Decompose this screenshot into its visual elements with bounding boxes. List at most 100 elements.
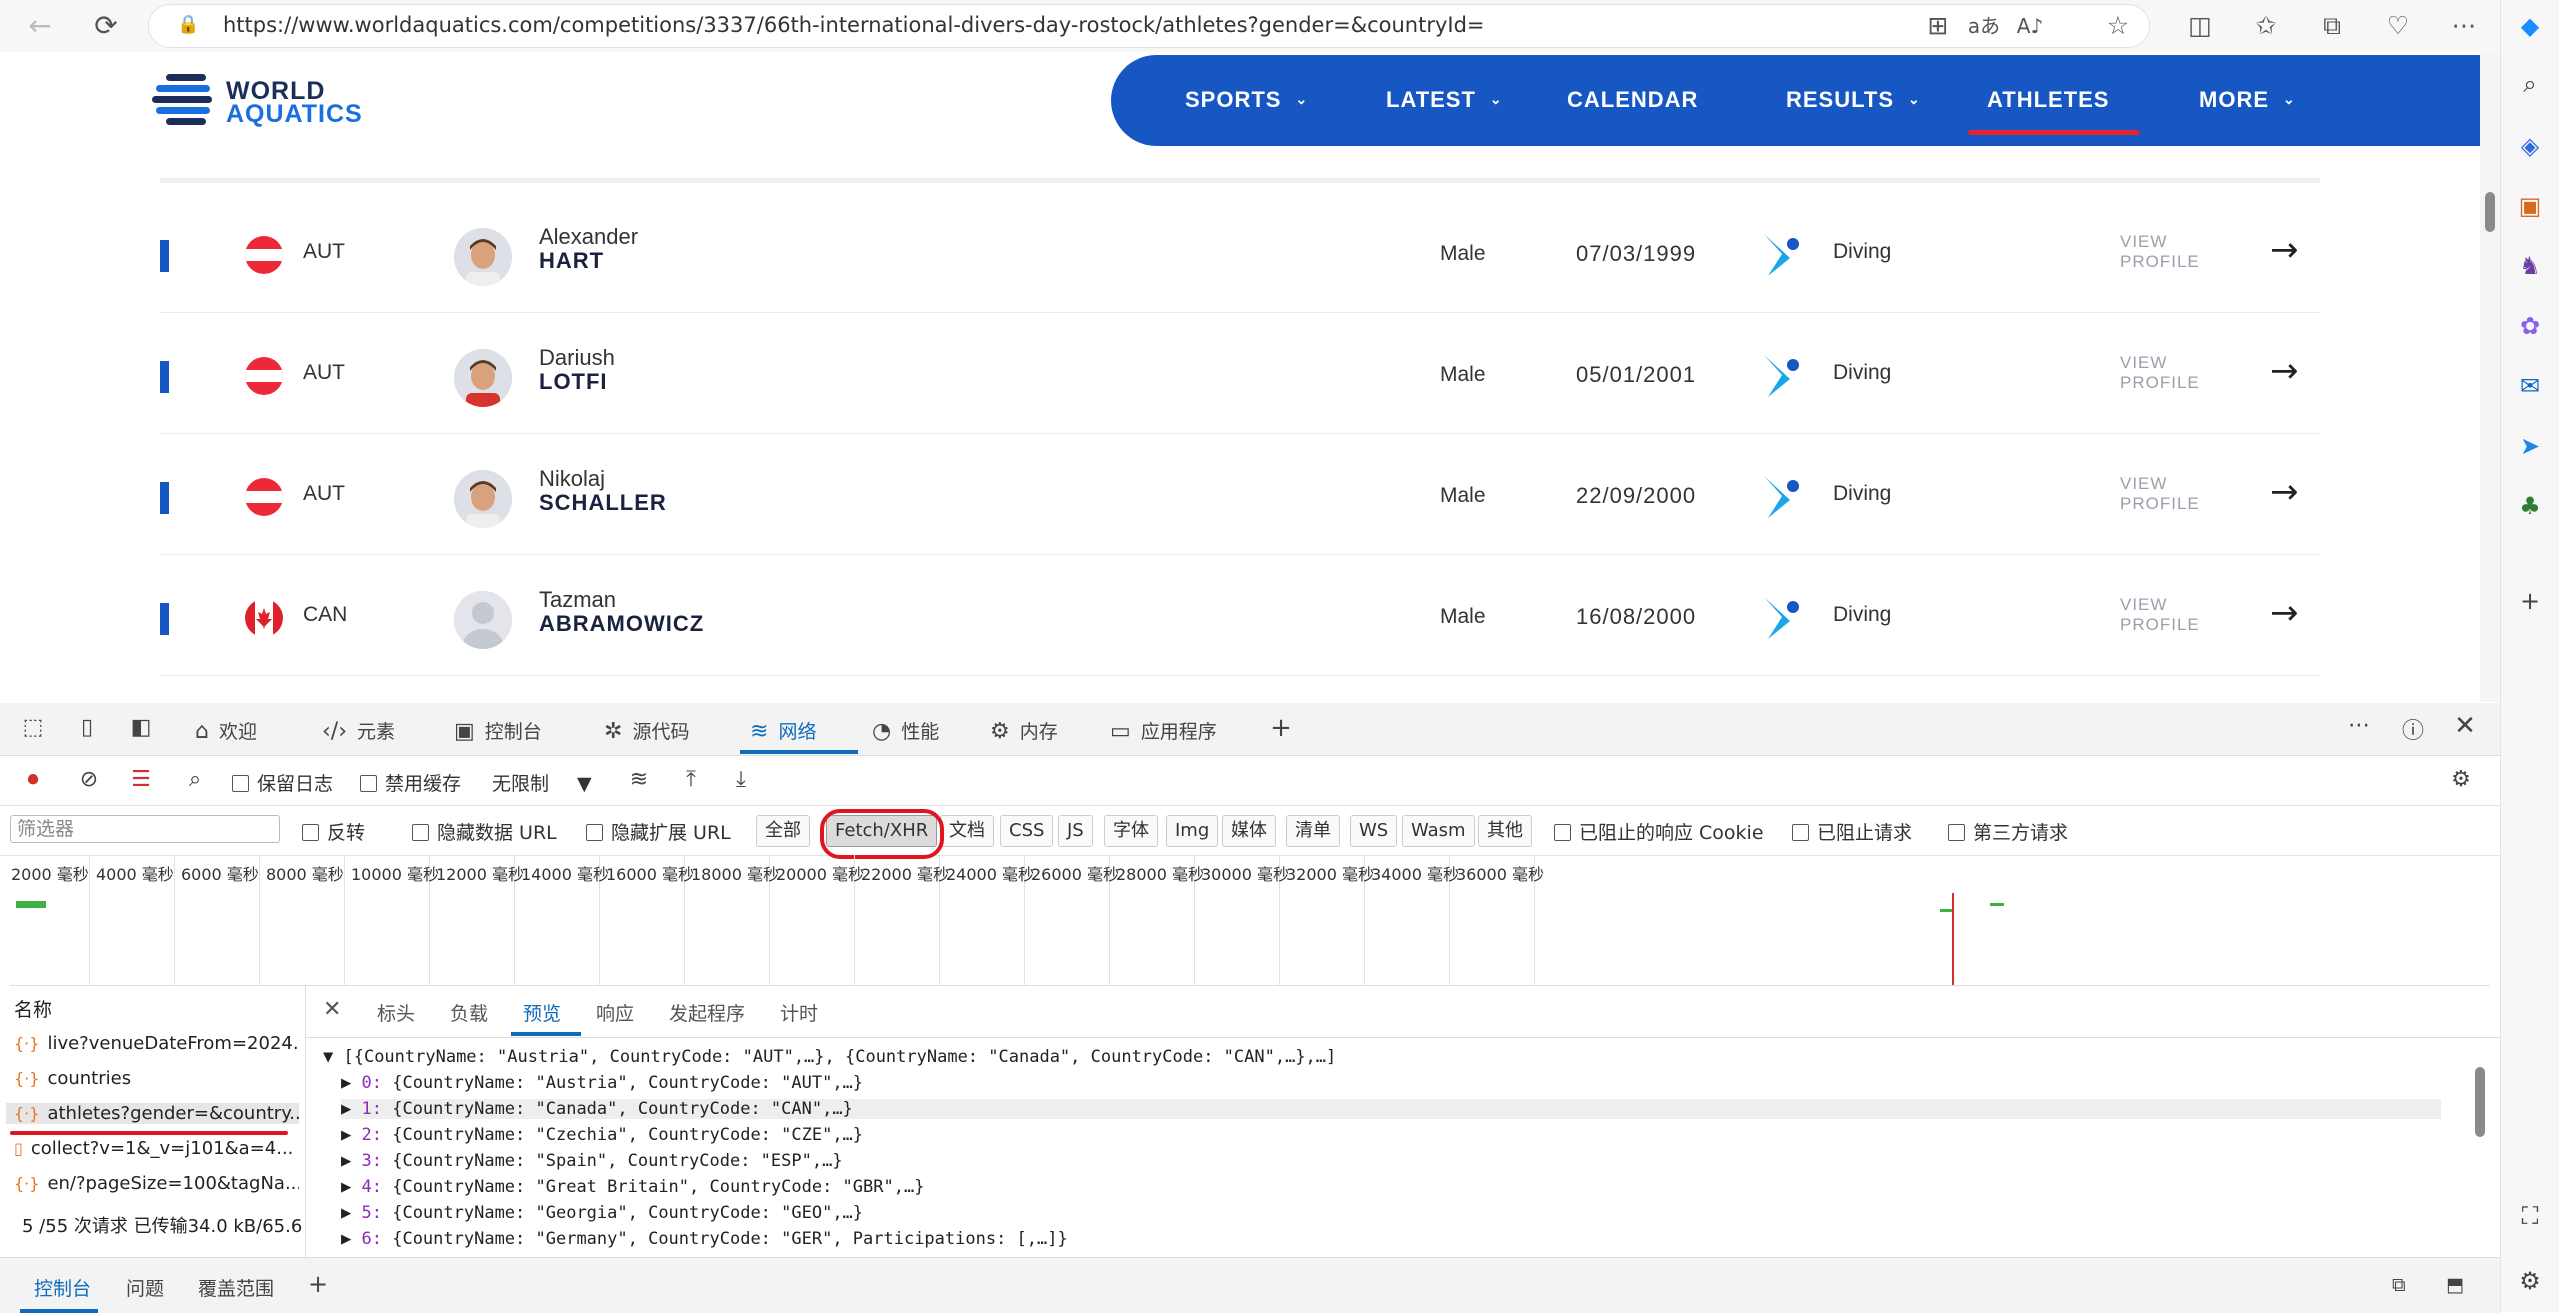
scrollbar-thumb[interactable] [2485, 192, 2495, 232]
blocked-requests-checkbox[interactable]: 已阻止请求 [1792, 818, 1912, 845]
tab-performance[interactable]: ◔ 性能 [872, 717, 939, 744]
drawer-tab-coverage[interactable]: 覆盖范围 [198, 1274, 274, 1301]
blocked-cookies-checkbox[interactable]: 已阻止的响应 Cookie [1554, 818, 1764, 845]
collections-icon[interactable]: ⧉ [2314, 8, 2350, 44]
m365-icon[interactable]: ✿ [2514, 310, 2546, 342]
nav-more[interactable]: MORE ⌄ [2199, 87, 2296, 113]
athlete-last-name[interactable]: LOTFI [539, 369, 608, 395]
hide-extension-url-checkbox[interactable]: 隐藏扩展 URL [586, 818, 731, 845]
dock-icon[interactable]: ◧ [126, 715, 156, 740]
type-filter-font[interactable]: 字体 [1104, 815, 1158, 847]
preview-item-row[interactable]: ▶ 0: {CountryName: "Austria", CountryCod… [341, 1073, 863, 1093]
more-options-icon[interactable]: ⋯ [2344, 713, 2374, 738]
tab-application[interactable]: ▭ 应用程序 [1110, 717, 1217, 744]
request-item[interactable]: ▯ collect?v=1&_v=j101&a=4... [14, 1138, 299, 1159]
copilot-icon[interactable]: ◆ [2514, 10, 2546, 42]
disable-cache-checkbox[interactable]: 禁用缓存 [360, 769, 461, 796]
page-scrollbar[interactable] [2480, 52, 2500, 702]
add-tab-icon[interactable]: + [1266, 713, 1296, 743]
dock-drawer-icon[interactable]: ⧉ [2392, 1274, 2406, 1296]
view-profile-link[interactable]: VIEW PROFILE [2120, 232, 2200, 272]
type-filter-doc[interactable]: 文档 [940, 815, 994, 847]
search-icon[interactable]: ⌕ [180, 767, 210, 792]
preview-item-row[interactable]: ▶ 6: {CountryName: "Germany", CountryCod… [341, 1229, 1068, 1249]
type-filter-css[interactable]: CSS [1000, 815, 1054, 847]
import-har-icon[interactable]: ⤒ [676, 767, 706, 792]
filter-toggle-icon[interactable]: ☰ [126, 767, 156, 792]
expand-drawer-icon[interactable]: ⬒ [2446, 1274, 2464, 1296]
preview-item-row[interactable]: ▶ 3: {CountryName: "Spain", CountryCode:… [341, 1151, 843, 1171]
athlete-row[interactable]: AUT Dariush LOTFI Male 05/01/2001 Diving VIEW P… [160, 313, 2320, 434]
record-stop-icon[interactable]: ⏺ [18, 767, 48, 792]
nav-athletes[interactable]: ATHLETES [1987, 87, 2109, 113]
tab-initiator[interactable]: 发起程序 [669, 999, 745, 1026]
network-settings-icon[interactable]: ⚙ [2446, 767, 2476, 792]
athlete-row[interactable]: AUT Nikolaj SCHALLER Male 22/09/2000 Diving VI… [160, 434, 2320, 555]
favorites-icon[interactable]: ✩ [2248, 8, 2284, 44]
add-icon[interactable]: + [2514, 585, 2546, 617]
tab-console[interactable]: ▣ 控制台 [454, 717, 542, 744]
reload-icon[interactable]: ⟳ [88, 8, 124, 44]
nav-calendar[interactable]: CALENDAR [1567, 87, 1698, 113]
tag-icon[interactable]: ◈ [2514, 130, 2546, 162]
help-icon[interactable]: ⓘ [2398, 713, 2428, 745]
clear-icon[interactable]: ⊘ [74, 767, 104, 792]
athlete-row[interactable]: AUT Alexander HART Male 07/03/1999 Diving VIEW… [160, 192, 2320, 313]
type-filter-all[interactable]: 全部 [756, 815, 810, 847]
add-drawer-tab-icon[interactable]: + [308, 1270, 328, 1298]
toolbox-icon[interactable]: ▣ [2514, 190, 2546, 222]
search-icon[interactable]: ⌕ [2514, 68, 2546, 100]
view-profile-link[interactable]: VIEW PROFILE [2120, 474, 2200, 514]
preview-item-row[interactable]: ▶ 1: {CountryName: "Canada", CountryCode… [341, 1099, 2441, 1119]
back-arrow-icon[interactable]: ← [22, 8, 58, 44]
device-toggle-icon[interactable]: ▯ [72, 715, 102, 740]
health-icon[interactable]: ♡ [2380, 8, 2416, 44]
apps-icon[interactable]: ⊞ [1920, 8, 1956, 44]
view-profile-link[interactable]: VIEW PROFILE [2120, 595, 2200, 635]
screenshot-icon[interactable]: ⛶ [2514, 1200, 2546, 1232]
name-column-header[interactable]: 名称 [14, 995, 299, 1022]
address-bar[interactable]: 🔒 https://www.worldaquatics.com/competit… [148, 4, 2150, 48]
tab-sources[interactable]: ✲ 源代码 [604, 717, 689, 744]
preview-scrollbar-thumb[interactable] [2475, 1067, 2485, 1137]
invert-checkbox[interactable]: 反转 [302, 818, 365, 845]
athlete-last-name[interactable]: SCHALLER [539, 490, 667, 516]
more-menu-icon[interactable]: ⋯ [2446, 8, 2482, 44]
type-filter-manifest[interactable]: 清单 [1286, 815, 1340, 847]
nav-latest[interactable]: LATEST ⌄ [1386, 87, 1503, 113]
tab-elements[interactable]: ‹/› 元素 [322, 717, 395, 744]
type-filter-other[interactable]: 其他 [1478, 815, 1532, 847]
nav-sports[interactable]: SPORTS ⌄ [1185, 87, 1308, 113]
translate-icon[interactable]: aあ [1966, 8, 2002, 44]
type-filter-media[interactable]: 媒体 [1222, 815, 1276, 847]
split-screen-icon[interactable]: ◫ [2182, 8, 2218, 44]
type-filter-wasm[interactable]: Wasm [1402, 815, 1475, 847]
preview-item-row[interactable]: ▶ 5: {CountryName: "Georgia", CountryCod… [341, 1203, 863, 1223]
chess-icon[interactable]: ♞ [2514, 250, 2546, 282]
hide-data-url-checkbox[interactable]: 隐藏数据 URL [412, 818, 557, 845]
athlete-last-name[interactable]: HART [539, 248, 604, 274]
preview-summary-row[interactable]: ▼ [{CountryName: "Austria", CountryCode:… [323, 1047, 1336, 1067]
tree-icon[interactable]: ♣ [2514, 490, 2546, 522]
nav-results[interactable]: RESULTS ⌄ [1786, 87, 1921, 113]
preserve-log-checkbox[interactable]: 保留日志 [232, 769, 333, 796]
filter-input[interactable]: 筛选器 [10, 815, 280, 843]
outlook-icon[interactable]: ✉ [2514, 370, 2546, 402]
tab-memory[interactable]: ⚙ 内存 [990, 717, 1058, 744]
type-filter-ws[interactable]: WS [1350, 815, 1398, 847]
preview-item-row[interactable]: ▶ 4: {CountryName: "Great Britain", Coun… [341, 1177, 924, 1197]
arrow-right-icon[interactable]: → [2270, 472, 2299, 512]
export-har-icon[interactable]: ⤓ [726, 767, 756, 792]
tab-response[interactable]: 响应 [596, 999, 634, 1026]
request-item[interactable]: {·} live?venueDateFrom=2024... [14, 1033, 299, 1054]
tab-welcome[interactable]: ⌂ 欢迎 [195, 717, 257, 744]
tab-timing[interactable]: 计时 [780, 999, 818, 1026]
request-item[interactable]: {·} countries [14, 1068, 299, 1089]
drawer-tab-issues[interactable]: 问题 [126, 1274, 164, 1301]
throttle-select[interactable]: 无限制 ▼ [492, 769, 592, 796]
tab-network[interactable]: ≋ 网络 [750, 717, 816, 744]
tab-payload[interactable]: 负载 [450, 999, 488, 1026]
read-aloud-icon[interactable]: A♪ [2012, 8, 2048, 44]
settings-icon[interactable]: ⚙ [2514, 1265, 2546, 1297]
third-party-checkbox[interactable]: 第三方请求 [1948, 818, 2068, 845]
